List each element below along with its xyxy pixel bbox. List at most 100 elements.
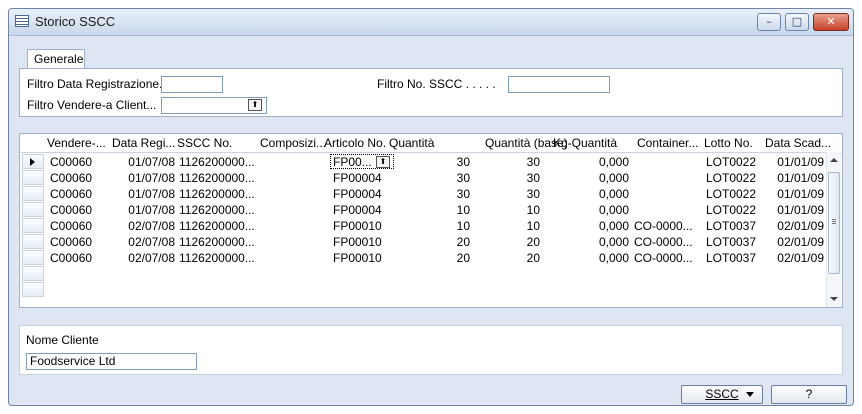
row-selector[interactable] bbox=[22, 154, 44, 169]
cell-sscc: 1126200000... bbox=[179, 187, 255, 201]
cell-data-scadenza: 01/01/09 bbox=[777, 171, 824, 185]
row-selector[interactable] bbox=[22, 250, 44, 265]
cell-quantita: 20 bbox=[456, 251, 470, 265]
row-selector[interactable] bbox=[22, 234, 44, 249]
cell-quantita-base: 30 bbox=[526, 155, 540, 169]
tab-generale[interactable]: Generale bbox=[27, 49, 85, 69]
cell-kg-quantita: 0,000 bbox=[598, 219, 629, 233]
filtro-vendere-label: Filtro Vendere-a Client... bbox=[27, 98, 157, 112]
close-button[interactable]: ✕ bbox=[813, 13, 849, 31]
vertical-scrollbar[interactable] bbox=[826, 152, 841, 307]
help-button[interactable]: ? bbox=[771, 385, 847, 404]
column-header-vendere[interactable]: Vendere-... bbox=[47, 136, 106, 150]
cell-articolo: FP00... bbox=[333, 155, 372, 169]
cell-lotto: LOT0022 bbox=[706, 155, 757, 169]
cell-quantita-base: 10 bbox=[526, 203, 540, 217]
column-header-data-scadenza[interactable]: Data Scad... bbox=[765, 136, 831, 150]
row-selector[interactable] bbox=[22, 218, 44, 233]
cell-lotto: LOT0037 bbox=[706, 251, 757, 265]
nome-cliente-label: Nome Cliente bbox=[26, 333, 99, 347]
window-title: Storico SSCC bbox=[35, 14, 116, 29]
cell-sscc: 1126200000... bbox=[179, 235, 255, 249]
scroll-down-icon[interactable] bbox=[830, 297, 838, 301]
column-header-kg-quantita[interactable]: Kg-Quantità bbox=[553, 136, 617, 150]
row-selector[interactable] bbox=[22, 266, 44, 281]
cell-kg-quantita: 0,000 bbox=[598, 155, 629, 169]
nome-cliente-panel: Nome Cliente Foodservice Ltd bbox=[19, 325, 843, 375]
column-header-container[interactable]: Container... bbox=[637, 136, 698, 150]
cell-lotto: LOT0037 bbox=[706, 219, 757, 233]
lookup-arrow-icon[interactable]: ⬆ bbox=[376, 156, 390, 168]
table-row[interactable]: C00060 01/07/08 1126200000... FP00004 30… bbox=[20, 186, 830, 202]
cell-data: 01/07/08 bbox=[128, 187, 175, 201]
nome-cliente-field[interactable]: Foodservice Ltd bbox=[26, 353, 197, 370]
cell-vendere: C00060 bbox=[50, 155, 93, 169]
cell-sscc: 1126200000... bbox=[179, 203, 255, 217]
filtro-data-registrazione-input[interactable] bbox=[161, 76, 223, 93]
scroll-thumb[interactable] bbox=[828, 172, 840, 274]
cell-data-scadenza: 01/01/09 bbox=[777, 203, 824, 217]
column-header-composizione[interactable]: Composizi... bbox=[260, 136, 326, 150]
cell-quantita: 10 bbox=[456, 219, 470, 233]
column-header-articolo-no[interactable]: Articolo No. bbox=[324, 136, 386, 150]
cell-data: 01/07/08 bbox=[128, 203, 175, 217]
cell-quantita: 20 bbox=[456, 235, 470, 249]
cell-vendere: C00060 bbox=[50, 187, 93, 201]
cell-quantita-base: 20 bbox=[526, 251, 540, 265]
column-header-lotto-no[interactable]: Lotto No. bbox=[704, 136, 753, 150]
cell-kg-quantita: 0,000 bbox=[598, 203, 629, 217]
cell-articolo: FP00010 bbox=[333, 219, 382, 233]
cell-data: 01/07/08 bbox=[128, 155, 175, 169]
filtro-no-sscc-input[interactable] bbox=[508, 76, 610, 93]
table-row[interactable]: C00060 02/07/08 1126200000... FP00010 20… bbox=[20, 234, 830, 250]
current-row-arrow-icon bbox=[30, 158, 35, 166]
scroll-up-icon[interactable] bbox=[830, 158, 838, 162]
column-header-sscc-no[interactable]: SSCC No. bbox=[177, 136, 232, 150]
cell-articolo: FP00010 bbox=[333, 251, 382, 265]
sscc-menu-button[interactable]: SSCC bbox=[681, 385, 763, 404]
title-bar[interactable]: Storico SSCC – □ ✕ bbox=[9, 9, 853, 36]
cell-vendere: C00060 bbox=[50, 203, 93, 217]
minimize-button[interactable]: – bbox=[757, 13, 781, 31]
cell-articolo: FP00004 bbox=[333, 187, 382, 201]
cell-quantita-base: 10 bbox=[526, 219, 540, 233]
column-header-data-registrazione[interactable]: Data Regi... bbox=[112, 136, 175, 150]
cell-sscc: 1126200000... bbox=[179, 155, 255, 169]
lookup-arrow-icon[interactable]: ⬆ bbox=[248, 99, 262, 111]
cell-quantita: 30 bbox=[456, 155, 470, 169]
cell-container: CO-0000... bbox=[634, 219, 693, 233]
row-selector[interactable] bbox=[22, 170, 44, 185]
window: Storico SSCC – □ ✕ Generale Filtro Data … bbox=[8, 8, 854, 406]
cell-data: 02/07/08 bbox=[128, 235, 175, 249]
row-selector[interactable] bbox=[22, 282, 44, 297]
cell-lotto: LOT0022 bbox=[706, 171, 757, 185]
row-selector[interactable] bbox=[22, 202, 44, 217]
cell-lotto: LOT0022 bbox=[706, 203, 757, 217]
table-row-empty[interactable] bbox=[20, 282, 830, 298]
cell-data-scadenza: 02/01/09 bbox=[777, 251, 824, 265]
maximize-button[interactable]: □ bbox=[785, 13, 809, 31]
cell-vendere: C00060 bbox=[50, 251, 93, 265]
chevron-down-icon bbox=[746, 392, 754, 397]
grip-icon bbox=[832, 219, 836, 220]
filter-panel: Filtro Data Registrazione. Filtro No. SS… bbox=[19, 68, 843, 117]
table-row[interactable]: C00060 02/07/08 1126200000... FP00010 20… bbox=[20, 250, 830, 266]
cell-kg-quantita: 0,000 bbox=[598, 251, 629, 265]
cell-container: CO-0000... bbox=[634, 251, 693, 265]
table-row[interactable]: C00060 01/07/08 1126200000... FP00004 30… bbox=[20, 170, 830, 186]
cell-data: 02/07/08 bbox=[128, 251, 175, 265]
row-selector[interactable] bbox=[22, 186, 44, 201]
cell-vendere: C00060 bbox=[50, 219, 93, 233]
filtro-no-sscc-label: Filtro No. SSCC . . . . . bbox=[377, 77, 496, 91]
table-header: Vendere-... Data Regi... SSCC No. Compos… bbox=[20, 134, 842, 153]
table-row-empty[interactable] bbox=[20, 266, 830, 282]
filtro-data-registrazione-label: Filtro Data Registrazione. bbox=[27, 77, 163, 91]
column-header-quantita[interactable]: Quantità bbox=[389, 136, 434, 150]
table-row[interactable]: C00060 01/07/08 1126200000... FP00004 10… bbox=[20, 202, 830, 218]
cell-quantita: 10 bbox=[456, 203, 470, 217]
form-icon bbox=[15, 15, 29, 27]
table-row[interactable]: C00060 02/07/08 1126200000... FP00010 10… bbox=[20, 218, 830, 234]
cell-kg-quantita: 0,000 bbox=[598, 171, 629, 185]
table-row[interactable]: C00060 01/07/08 1126200000... FP00... ⬆ … bbox=[20, 154, 830, 170]
cell-data-scadenza: 01/01/09 bbox=[777, 155, 824, 169]
